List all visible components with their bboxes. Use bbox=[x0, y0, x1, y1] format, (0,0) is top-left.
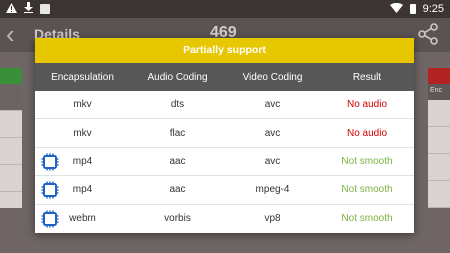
cell-result: No audio bbox=[346, 127, 388, 139]
cell-audio: vorbis bbox=[164, 213, 191, 225]
download-icon bbox=[24, 2, 33, 16]
table-row[interactable]: mkv flac avc No audio bbox=[35, 119, 414, 148]
back-icon[interactable]: ‹ bbox=[6, 21, 15, 47]
header-video-coding: Video Coding bbox=[242, 71, 303, 83]
cell-video: mpeg-4 bbox=[255, 184, 290, 196]
chip-icon bbox=[41, 153, 59, 171]
table-row[interactable]: mp4 aac avc Not smooth bbox=[35, 148, 414, 177]
alert-icon bbox=[6, 2, 17, 16]
background-left-strip bbox=[0, 68, 22, 208]
table-header: Encapsulation Audio Coding Video Coding … bbox=[35, 63, 414, 91]
status-time: 9:25 bbox=[422, 3, 444, 15]
chip-icon bbox=[41, 210, 59, 228]
dialog-title: Partially support bbox=[35, 38, 414, 63]
wifi-icon bbox=[389, 2, 403, 16]
chip-icon bbox=[41, 181, 59, 199]
cell-audio: aac bbox=[169, 184, 186, 196]
cell-audio: aac bbox=[169, 155, 186, 167]
background-right-header: Enc bbox=[428, 84, 450, 100]
cell-result: No audio bbox=[346, 99, 388, 111]
header-audio-coding: Audio Coding bbox=[147, 71, 208, 83]
header-encapsulation: Encapsulation bbox=[51, 71, 114, 83]
cell-result: Not smooth bbox=[341, 184, 393, 196]
cell-result: Not smooth bbox=[341, 155, 393, 167]
background-red-tab bbox=[428, 68, 450, 84]
table-row[interactable]: mp4 aac mpeg-4 Not smooth bbox=[35, 176, 414, 205]
status-bar: 9:25 bbox=[0, 0, 450, 18]
cell-video: avc bbox=[264, 127, 281, 139]
cell-encapsulation: mkv bbox=[73, 99, 92, 111]
battery-icon bbox=[409, 4, 416, 14]
background-green-tab bbox=[0, 68, 22, 84]
table-row[interactable]: webm vorbis vp8 Not smooth bbox=[35, 205, 414, 233]
share-icon[interactable] bbox=[416, 22, 440, 46]
cell-video: avc bbox=[264, 155, 281, 167]
cell-encapsulation: mkv bbox=[73, 127, 92, 139]
table-row[interactable]: mkv dts avc No audio bbox=[35, 91, 414, 120]
cell-video: vp8 bbox=[264, 213, 281, 225]
cell-audio: flac bbox=[169, 127, 186, 139]
cell-video: avc bbox=[264, 99, 281, 111]
background-right-strip: Enc bbox=[428, 68, 450, 208]
notification-box-icon bbox=[40, 4, 50, 14]
cell-result: Not smooth bbox=[341, 213, 393, 225]
partial-support-dialog: Partially support Encapsulation Audio Co… bbox=[35, 38, 414, 233]
header-result: Result bbox=[352, 71, 382, 83]
cell-audio: dts bbox=[170, 99, 185, 111]
